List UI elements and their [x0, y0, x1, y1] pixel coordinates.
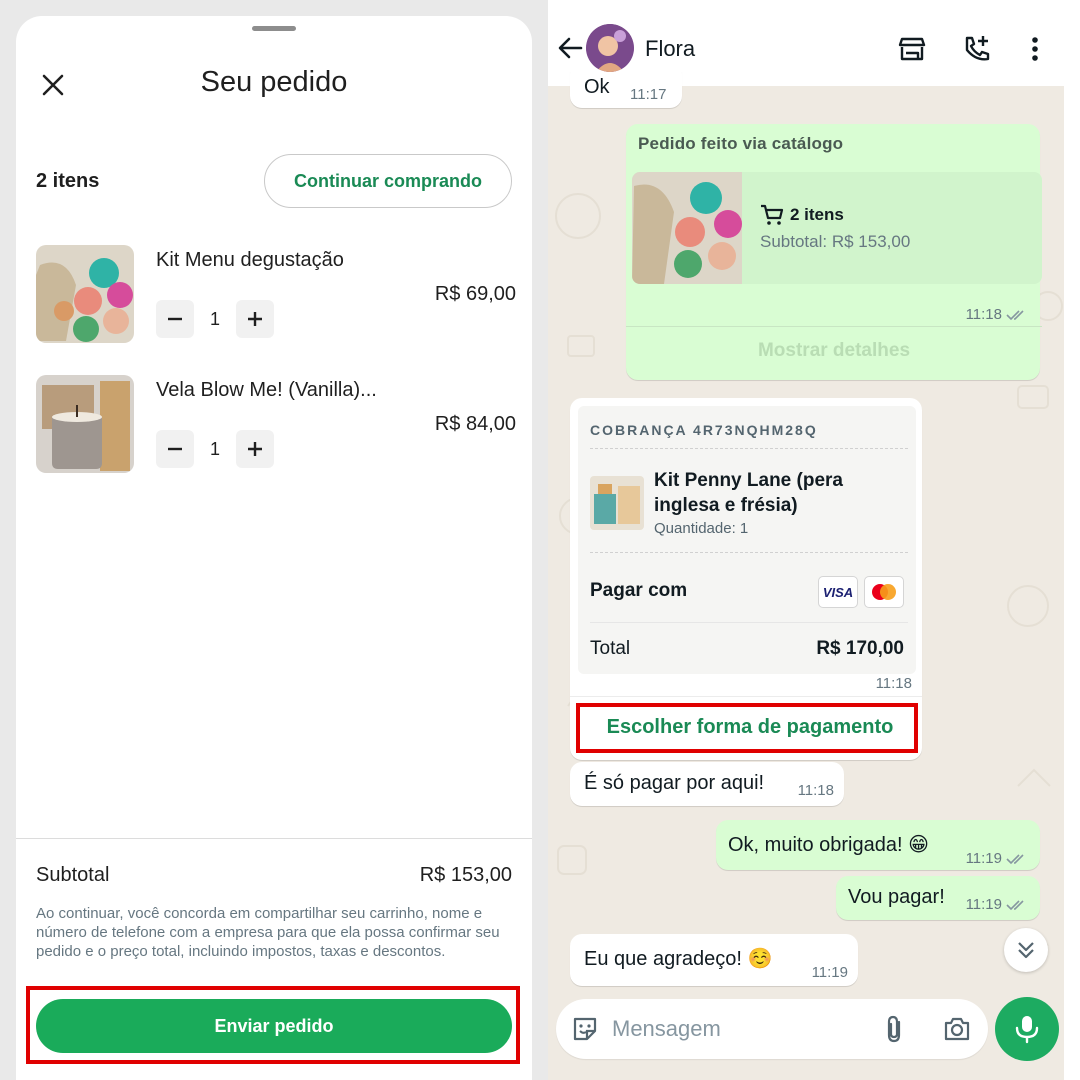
show-details-button[interactable]: Mostrar detalhes: [626, 340, 1042, 362]
message-input[interactable]: [612, 1009, 862, 1049]
divider: [16, 838, 532, 839]
page-title: Seu pedido: [200, 66, 348, 98]
order-subtotal: Subtotal: R$ 153,00: [760, 232, 911, 251]
message-time: 11:17: [630, 86, 667, 103]
subtotal-value: R$ 153,00: [419, 864, 512, 886]
quantity-stepper: 1: [156, 429, 274, 469]
subtotal-label: Subtotal: [36, 864, 110, 886]
order-image: [632, 172, 742, 284]
message-time: 11:19: [811, 964, 848, 981]
product-price: R$ 84,00: [434, 413, 516, 435]
charge-product-name: Kit Penny Lane (pera inglesa e frésia): [654, 470, 843, 516]
double-check-icon: [1006, 310, 1024, 321]
quantity-stepper: 1: [156, 299, 274, 339]
pay-with-label: Pagar com: [590, 580, 688, 601]
cart-item: Vela Blow Me! (Vanilla)... 1 R$ 84,00: [36, 375, 516, 475]
message-incoming[interactable]: Eu que agradeço! ☺️ 11:19: [570, 934, 858, 986]
divider: [590, 552, 908, 553]
quantity-value: 1: [209, 438, 220, 459]
disclaimer-text: Ao continuar, você concorda em compartil…: [36, 905, 500, 960]
order-message[interactable]: Pedido feito via catálogo 2 itens Subtot…: [626, 124, 1042, 380]
divider: [570, 696, 922, 697]
plus-icon: [248, 312, 262, 326]
mic-button[interactable]: [995, 997, 1059, 1061]
message-incoming[interactable]: Ok 11:17: [570, 62, 682, 108]
mic-icon: [1015, 1016, 1039, 1044]
message-time: 11:18: [797, 782, 834, 799]
double-check-icon: [1006, 900, 1024, 911]
total-label: Total: [590, 638, 631, 659]
avatar[interactable]: [586, 24, 634, 72]
decrease-button[interactable]: [156, 300, 194, 338]
message-text: Ok, muito obrigada! 😁: [728, 834, 929, 856]
contact-name[interactable]: Flora: [645, 36, 695, 62]
charge-card: COBRANÇA 4R73NQHM28Q Kit Penny Lane (per…: [578, 406, 916, 674]
sheet-drag-handle[interactable]: [252, 26, 296, 31]
order-title: Pedido feito via catálogo: [638, 134, 844, 153]
product-image: [36, 245, 134, 343]
message-time: 11:19: [966, 896, 1028, 913]
message-time-text: 11:18: [965, 306, 1002, 323]
message-time: 11:18: [966, 306, 1028, 323]
visa-text: VISA: [822, 584, 854, 600]
divider: [590, 448, 908, 449]
continue-shopping-button[interactable]: Continuar comprando: [264, 154, 512, 208]
increase-button[interactable]: [236, 300, 274, 338]
mastercard-icon: [864, 576, 904, 608]
scroll-down-button[interactable]: [1004, 928, 1048, 972]
store-icon[interactable]: [897, 34, 927, 64]
product-name: Kit Menu degustação: [156, 249, 344, 271]
charge-quantity: Quantidade: 1: [654, 520, 749, 537]
order-count-text: 2 itens: [790, 205, 844, 224]
back-arrow-icon[interactable]: [556, 34, 584, 62]
message-incoming[interactable]: É só pagar por aqui! 11:18: [570, 762, 844, 806]
chat-screen: Flora Ok 11:17 Flora Pedido feito via ca…: [548, 0, 1080, 1080]
message-text: É só pagar por aqui!: [584, 772, 765, 794]
edge-strip: [1064, 86, 1080, 1080]
cart-sheet: Seu pedido 2 itens Continuar comprando K…: [16, 16, 532, 1080]
message-text: Ok: [584, 76, 610, 98]
sticker-icon[interactable]: [570, 1014, 600, 1044]
highlight-frame: [576, 703, 918, 753]
total-value: R$ 170,00: [816, 638, 904, 659]
send-order-button[interactable]: Enviar pedido: [36, 999, 512, 1053]
divider: [590, 622, 908, 623]
increase-button[interactable]: [236, 430, 274, 468]
order-card[interactable]: 2 itens Subtotal: R$ 153,00: [632, 172, 1042, 284]
more-vert-icon[interactable]: [1020, 34, 1050, 64]
cart-icon: [761, 204, 784, 225]
message-text: Eu que agradeço! ☺️: [584, 948, 773, 970]
message-outgoing[interactable]: Vou pagar! 11:19: [836, 876, 1040, 920]
screen: Seu pedido 2 itens Continuar comprando K…: [0, 0, 1080, 1080]
charge-code: COBRANÇA 4R73NQHM28Q: [590, 422, 818, 438]
message-time-text: 11:19: [965, 850, 1002, 867]
visa-icon: VISA: [818, 576, 858, 608]
plus-icon: [248, 442, 262, 456]
message-time: 11:18: [875, 675, 912, 692]
charge-product-image: [590, 476, 644, 530]
message-time: 11:19: [966, 850, 1028, 867]
product-name: Vela Blow Me! (Vanilla)...: [156, 379, 377, 401]
minus-icon: [168, 317, 182, 321]
add-call-icon[interactable]: [962, 34, 992, 64]
order-count: 2 itens: [760, 204, 844, 226]
message-outgoing[interactable]: Ok, muito obrigada! 😁 11:19: [716, 820, 1040, 870]
product-image: [36, 375, 134, 473]
message-composer: [556, 999, 988, 1059]
items-count: 2 itens: [36, 170, 100, 192]
quantity-value: 1: [209, 308, 220, 329]
decrease-button[interactable]: [156, 430, 194, 468]
attach-icon[interactable]: [880, 1014, 910, 1044]
minus-icon: [168, 447, 182, 451]
chevron-double-down-icon: [1018, 942, 1034, 959]
product-price: R$ 69,00: [434, 283, 516, 305]
divider: [626, 326, 1042, 327]
message-text: Vou pagar!: [848, 886, 945, 908]
message-time-text: 11:19: [965, 896, 1002, 913]
camera-icon[interactable]: [942, 1014, 972, 1044]
double-check-icon: [1006, 854, 1024, 865]
cart-item: Kit Menu degustação 1 R$ 69,00: [36, 245, 516, 345]
